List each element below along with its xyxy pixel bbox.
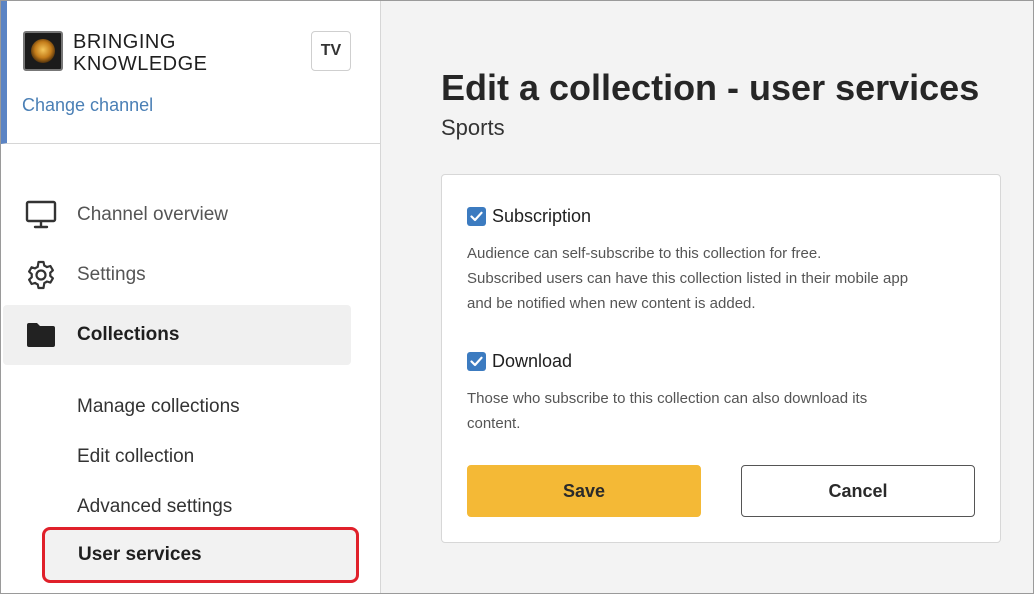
sidebar-item-label: Channel overview bbox=[77, 204, 229, 225]
subscription-label: Subscription bbox=[492, 206, 592, 226]
subnav-item-edit-collection[interactable]: Edit collection bbox=[77, 446, 194, 468]
check-icon bbox=[470, 211, 483, 222]
subscription-description: Audience can self-subscribe to this coll… bbox=[467, 241, 987, 316]
description-line: content. bbox=[467, 415, 521, 432]
folder-icon bbox=[23, 317, 59, 353]
subscription-checkbox[interactable] bbox=[467, 207, 486, 226]
description-line: and be notified when new content is adde… bbox=[467, 295, 756, 312]
user-services-card: Subscription Audience can self-subscribe… bbox=[441, 174, 1001, 543]
channel-name: BRINGING KNOWLEDGE bbox=[73, 31, 273, 75]
channel-name-line1: BRINGING bbox=[73, 31, 176, 53]
sidebar-item-label: Settings bbox=[77, 264, 146, 285]
subnav-item-advanced-settings[interactable]: Advanced settings bbox=[77, 496, 232, 518]
download-checkbox[interactable] bbox=[467, 352, 486, 371]
cancel-button[interactable]: Cancel bbox=[741, 465, 975, 517]
description-line: Subscribed users can have this collectio… bbox=[467, 270, 909, 287]
sidebar-item-label: Collections bbox=[77, 324, 180, 345]
download-option[interactable]: Download bbox=[467, 351, 572, 372]
page-subtitle: Sports bbox=[441, 115, 505, 140]
sidebar-item-collections[interactable]: Collections bbox=[3, 305, 351, 365]
sidebar-item-settings[interactable]: Settings bbox=[3, 245, 351, 305]
description-line: Audience can self-subscribe to this coll… bbox=[467, 245, 822, 262]
channel-name-line2: KNOWLEDGE bbox=[73, 53, 208, 75]
download-label: Download bbox=[492, 351, 573, 371]
download-description: Those who subscribe to this collection c… bbox=[467, 386, 987, 436]
subnav-item-manage-collections[interactable]: Manage collections bbox=[77, 396, 240, 418]
sidebar: BRINGING KNOWLEDGE TV Change channel Cha… bbox=[1, 1, 381, 593]
subnav-item-user-services[interactable]: User services bbox=[42, 527, 359, 583]
channel-type-badge: TV bbox=[311, 31, 351, 71]
gear-icon bbox=[23, 257, 59, 293]
monitor-icon bbox=[23, 197, 59, 233]
channel-logo-image bbox=[31, 39, 55, 63]
description-line: Those who subscribe to this collection c… bbox=[467, 390, 868, 407]
subscription-option[interactable]: Subscription bbox=[467, 206, 591, 227]
change-channel-link[interactable]: Change channel bbox=[22, 95, 153, 116]
page-title: Edit a collection - user services bbox=[441, 67, 980, 108]
channel-header: BRINGING KNOWLEDGE TV Change channel bbox=[1, 1, 380, 144]
check-icon bbox=[470, 356, 483, 367]
sidebar-item-channel-overview[interactable]: Channel overview bbox=[3, 185, 351, 245]
save-button[interactable]: Save bbox=[467, 465, 701, 517]
main-content: Edit a collection - user services Sports… bbox=[381, 1, 1033, 593]
channel-logo bbox=[23, 31, 63, 71]
app-window: BRINGING KNOWLEDGE TV Change channel Cha… bbox=[0, 0, 1034, 594]
